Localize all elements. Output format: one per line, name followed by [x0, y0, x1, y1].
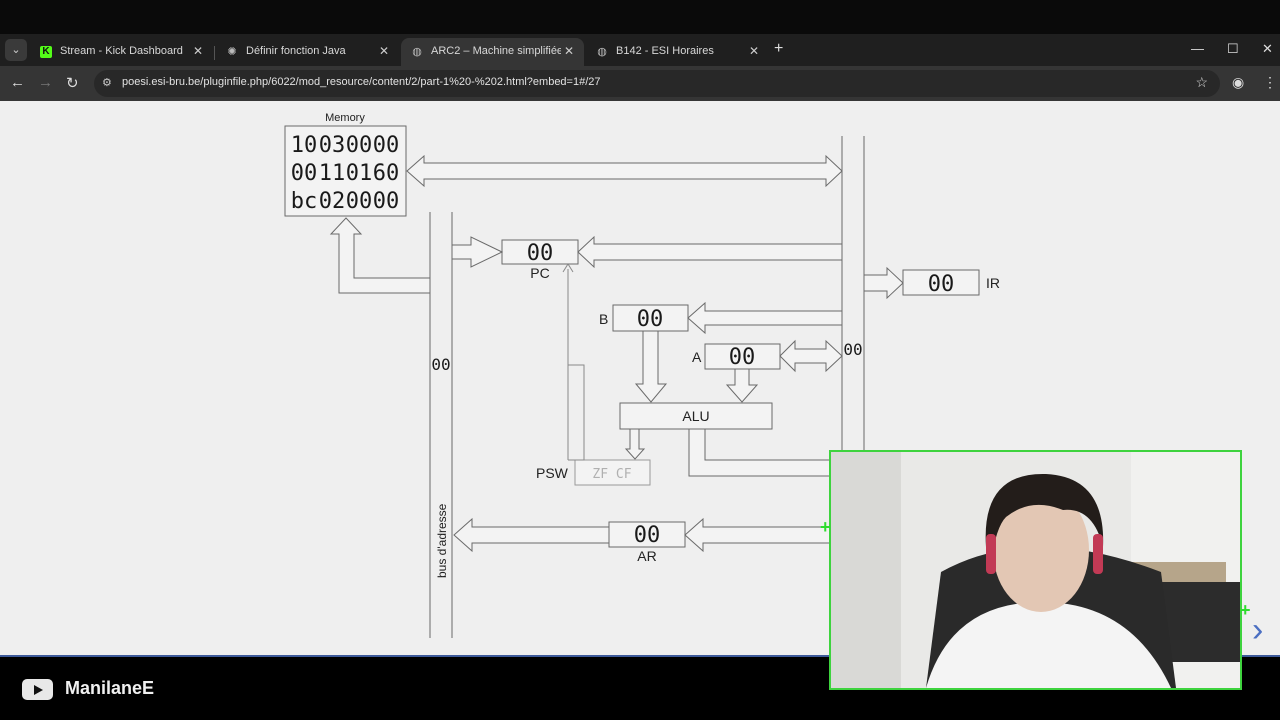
tab-title: ARC2 – Machine simplifiée: [431, 45, 561, 57]
new-tab-icon[interactable]: +: [774, 40, 783, 58]
globe-icon: ◍: [597, 46, 607, 58]
tab-b142-esi-horaires[interactable]: ◍ B142 - ESI Horaires ✕: [586, 38, 769, 66]
site-info-icon[interactable]: ⚙: [102, 76, 112, 89]
youtube-icon: [22, 679, 53, 700]
close-tab-icon[interactable]: ✕: [379, 44, 389, 58]
back-arrow-icon[interactable]: ←: [10, 74, 25, 91]
url-text[interactable]: poesi.esi-bru.be/pluginfile.php/6022/mod…: [122, 76, 601, 88]
webcam-overlay: [829, 450, 1242, 690]
green-plus-icon: +: [1240, 600, 1251, 620]
ir-label: IR: [986, 275, 1000, 291]
address-bus-value: 00: [431, 355, 450, 374]
reload-icon[interactable]: ↻: [66, 74, 79, 92]
menu-kebab-icon[interactable]: ⋮: [1263, 74, 1277, 91]
tab-arc2-machine-simplifiee[interactable]: ◍ ARC2 – Machine simplifiée ✕: [401, 38, 584, 66]
memory-cell: 03: [319, 133, 346, 158]
a-data-bus-double-arrow: [779, 339, 843, 373]
memory-cell: 00: [373, 133, 400, 158]
close-window-icon[interactable]: ✕: [1262, 41, 1273, 57]
tab-search-button[interactable]: ⌄: [5, 39, 27, 61]
data-bus-to-ar-arrow: [684, 517, 843, 553]
tab-kick-dashboard[interactable]: K Stream - Kick Dashboard ✕: [30, 38, 213, 66]
memory-cell: 00: [346, 133, 373, 158]
ar-to-address-bus-arrow: [453, 517, 610, 553]
browser-tab-strip: ⌄ K Stream - Kick Dashboard ✕ ✺ Définir …: [0, 34, 1280, 66]
alu-output-arrow: [688, 428, 843, 477]
data-bus-to-pc-arrow: [577, 235, 843, 269]
memory-cell: bc: [291, 189, 318, 214]
screen-top-bar: [0, 0, 1280, 34]
b-value: 00: [637, 307, 664, 332]
address-to-memory-arrow: [329, 217, 431, 294]
ar-value: 00: [634, 523, 661, 548]
pc-label: PC: [530, 265, 549, 281]
memory-label: Memory: [325, 112, 365, 124]
data-bus-to-ir-arrow: [863, 266, 904, 300]
close-tab-icon[interactable]: ✕: [564, 44, 574, 58]
psw-label: PSW: [536, 465, 569, 481]
memory-cell: 00: [346, 189, 373, 214]
ir-value: 00: [928, 272, 955, 297]
green-plus-icon: +: [820, 517, 831, 537]
tab-title: B142 - ESI Horaires: [616, 45, 714, 57]
tab-separator: [214, 46, 215, 60]
a-label: A: [692, 349, 702, 365]
channel-name: ManilaneE: [65, 678, 155, 698]
maximize-icon[interactable]: ☐: [1227, 41, 1239, 57]
memory-cell: 60: [373, 161, 400, 186]
webcam-feed: [831, 452, 1240, 688]
close-tab-icon[interactable]: ✕: [749, 44, 759, 58]
address-bus-label: bus d'adresse: [435, 503, 449, 578]
psw-flags: ZF CF: [592, 467, 631, 482]
memory-cell: 00: [291, 161, 318, 186]
psw-to-pc-line: [562, 263, 585, 461]
openai-icon: ✺: [227, 46, 237, 58]
alu-to-psw-arrow: [624, 428, 646, 460]
tab-title: Stream - Kick Dashboard: [60, 45, 183, 57]
memory-cell: 02: [319, 189, 346, 214]
minimize-icon[interactable]: —: [1191, 41, 1204, 56]
globe-icon: ◍: [412, 46, 422, 58]
pc-to-address-bus-arrow: [451, 236, 504, 268]
tab-title: Définir fonction Java: [246, 45, 346, 57]
data-bus-to-b-arrow: [687, 301, 843, 335]
tab-definir-fonction-java[interactable]: ✺ Définir fonction Java ✕: [216, 38, 399, 66]
bookmark-star-icon[interactable]: ☆: [1195, 74, 1208, 91]
browser-toolbar: ← → ↻ ⚙ poesi.esi-bru.be/pluginfile.php/…: [0, 66, 1280, 101]
memory-cell: 10: [291, 133, 318, 158]
memory-cell: 00: [373, 189, 400, 214]
a-to-alu-arrow: [725, 368, 759, 403]
kick-logo-icon: K: [40, 46, 52, 58]
b-label: B: [599, 311, 608, 327]
account-icon[interactable]: ◉: [1232, 74, 1244, 91]
forward-arrow-icon[interactable]: →: [38, 74, 53, 91]
b-to-alu-arrow: [634, 330, 668, 403]
memory-data-bus-arrow: [406, 154, 843, 188]
next-slide-chevron-icon[interactable]: ›: [1252, 611, 1263, 650]
a-value: 00: [729, 345, 756, 370]
alu-label: ALU: [682, 408, 709, 424]
close-tab-icon[interactable]: ✕: [193, 44, 203, 58]
memory-cell: 11: [319, 161, 346, 186]
address-bar[interactable]: ⚙ poesi.esi-bru.be/pluginfile.php/6022/m…: [94, 70, 1220, 97]
memory-cell: 01: [346, 161, 373, 186]
data-bus-value: 00: [843, 340, 862, 359]
pc-value: 00: [527, 241, 554, 266]
ar-label: AR: [637, 548, 656, 564]
